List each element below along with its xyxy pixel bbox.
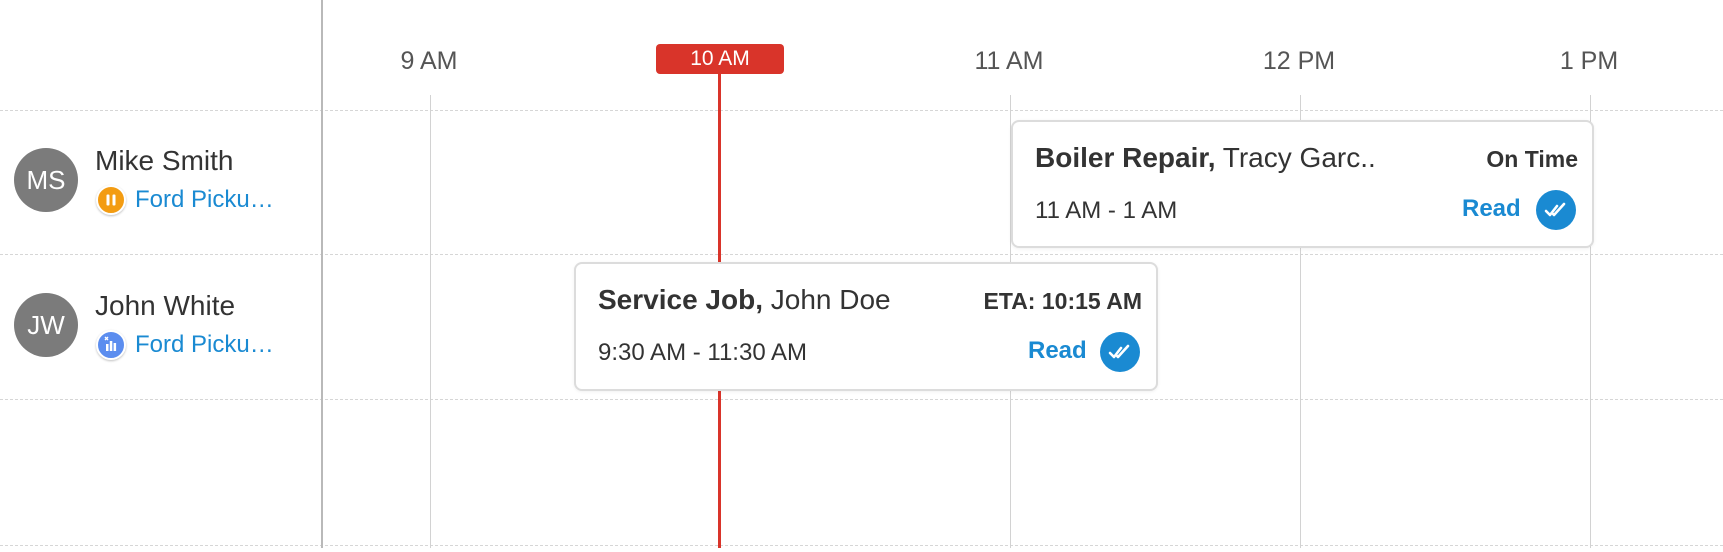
job-type: Service Job, — [598, 284, 763, 315]
time-tick-9am: 9 AM — [400, 47, 458, 75]
vehicle-link[interactable]: Ford Picku… — [135, 186, 274, 214]
job-card-boiler-repair[interactable]: Boiler Repair, Tracy Garc.. On Time 11 A… — [1011, 120, 1594, 248]
technician-name: John White — [95, 290, 236, 321]
time-tick-11am: 11 AM — [974, 47, 1044, 75]
avatar: MS — [14, 148, 78, 212]
job-type: Boiler Repair, — [1035, 142, 1216, 173]
current-time-badge: 10 AM — [656, 44, 784, 74]
pause-icon — [96, 185, 126, 215]
time-tick-1pm: 1 PM — [1559, 47, 1619, 75]
avatar: JW — [14, 293, 78, 357]
hour-gridline-9am — [430, 95, 431, 548]
idle-chart-icon — [96, 330, 126, 360]
technician-row-mike-smith[interactable]: MS Mike Smith Ford Picku… — [14, 145, 314, 218]
job-time-range: 9:30 AM - 11:30 AM — [598, 339, 808, 366]
technician-row-john-white[interactable]: JW John White Ford Picku… — [14, 290, 314, 363]
time-tick-12pm: 12 PM — [1262, 47, 1336, 75]
job-card-service-job[interactable]: Service Job, John Doe ETA: 10:15 AM 9:30… — [574, 262, 1158, 391]
read-status-label: Read — [1462, 195, 1521, 222]
technician-column — [0, 0, 321, 552]
job-title: Service Job, John Doe — [598, 284, 891, 316]
vehicle-link[interactable]: Ford Picku… — [135, 331, 274, 359]
job-customer: Tracy Garc.. — [1222, 142, 1376, 173]
job-status: On Time — [1486, 146, 1578, 172]
read-status-label: Read — [1028, 337, 1087, 364]
job-customer: John Doe — [770, 284, 891, 315]
job-eta: ETA: 10:15 AM — [983, 288, 1142, 314]
double-check-icon — [1100, 332, 1140, 372]
technician-name: Mike Smith — [95, 145, 234, 176]
job-title: Boiler Repair, Tracy Garc.. — [1035, 142, 1376, 174]
double-check-icon — [1536, 190, 1576, 230]
column-divider — [321, 0, 323, 548]
job-time-range: 11 AM - 1 AM — [1035, 197, 1178, 224]
